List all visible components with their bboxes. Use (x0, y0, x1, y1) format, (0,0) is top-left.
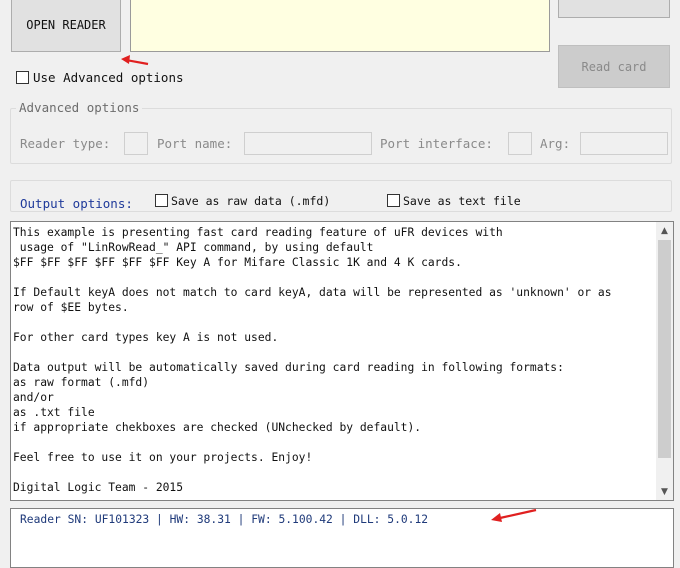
use-advanced-label: Use Advanced options (33, 70, 184, 85)
memo-line: Digital Logic Team - 2015 (13, 481, 184, 494)
memo-line: usage of "LinRowRead_" API command, by u… (13, 241, 374, 254)
save-text-checkbox[interactable] (387, 194, 400, 207)
use-advanced-checkbox[interactable] (16, 71, 29, 84)
arg-field[interactable] (580, 132, 668, 155)
memo-line: if appropriate chekboxes are checked (UN… (13, 421, 422, 434)
info-memo-text: This example is presenting fast card rea… (13, 225, 653, 500)
memo-line: Data output will be automatically saved … (13, 361, 564, 374)
memo-line (13, 345, 653, 360)
memo-line: and/or (13, 391, 54, 404)
read-card-label: Read card (581, 59, 647, 74)
arg-label: Arg: (540, 136, 571, 151)
scroll-thumb[interactable] (658, 240, 671, 458)
memo-line: as raw format (.mfd) (13, 376, 150, 389)
port-interface-field[interactable] (508, 132, 532, 155)
save-text-label: Save as text file (403, 194, 521, 208)
annotation-arrow-icon (121, 55, 149, 66)
advanced-options-title: Advanced options (16, 100, 143, 115)
memo-line: row of $EE bytes. (13, 301, 129, 314)
port-interface-label: Port interface: (380, 136, 493, 151)
reader-info-box (130, 0, 550, 52)
memo-scrollbar[interactable]: ▲ ▼ (656, 222, 673, 500)
scroll-down-icon[interactable]: ▼ (656, 483, 673, 500)
memo-line (13, 315, 653, 330)
save-raw-label: Save as raw data (.mfd) (171, 194, 331, 208)
port-name-field[interactable] (244, 132, 372, 155)
annotation-arrow-icon (491, 508, 537, 522)
read-card-button[interactable]: Read card (558, 45, 670, 88)
port-name-label: Port name: (157, 136, 233, 151)
open-reader-button[interactable]: OPEN READER (11, 0, 121, 52)
reader-status-text: Reader SN: UF101323 | HW: 38.31 | FW: 5.… (20, 513, 429, 526)
memo-line: Feel free to use it on your projects. En… (13, 451, 313, 464)
memo-line: For other card types key A is not used. (13, 331, 279, 344)
save-raw-checkbox[interactable] (155, 194, 168, 207)
open-reader-label: OPEN READER (26, 18, 106, 32)
scroll-up-icon[interactable]: ▲ (656, 222, 673, 239)
status-box: Reader SN: UF101323 | HW: 38.31 | FW: 5.… (10, 508, 674, 568)
reader-type-label: Reader type: (20, 136, 111, 151)
reader-type-field[interactable] (124, 132, 148, 155)
memo-line (13, 270, 653, 285)
top-right-button[interactable] (558, 0, 670, 18)
memo-line: $FF $FF $FF $FF $FF $FF Key A for Mifare… (13, 256, 462, 269)
memo-line: as .txt file (13, 406, 95, 419)
memo-line (13, 435, 653, 450)
output-options-title: Output options: (20, 196, 133, 211)
info-memo[interactable]: This example is presenting fast card rea… (10, 221, 674, 501)
memo-line: If Default keyA does not match to card k… (13, 286, 612, 299)
memo-line (13, 465, 653, 480)
memo-line: This example is presenting fast card rea… (13, 226, 503, 239)
